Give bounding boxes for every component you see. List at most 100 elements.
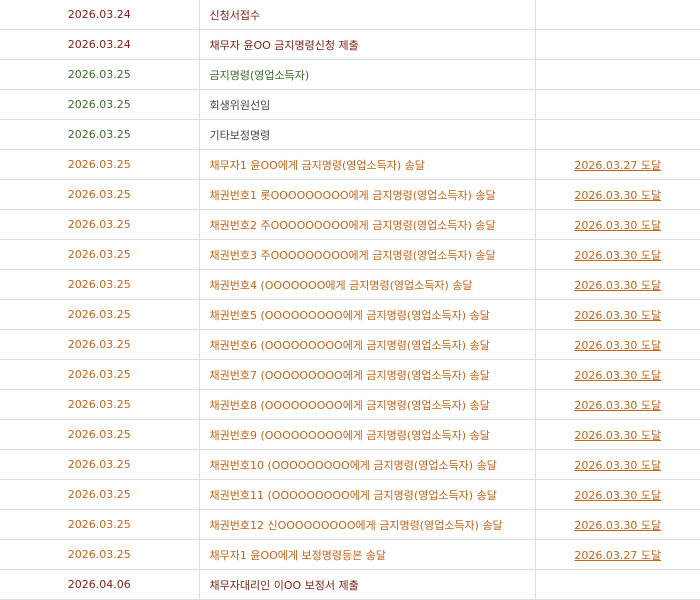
delivery-result-link[interactable]: 2026.03.27 도달 <box>574 159 661 172</box>
row-content: 신청서접수 <box>198 0 535 30</box>
delivery-result-link[interactable]: 2026.03.30 도달 <box>574 489 661 502</box>
row-content: 채권번호5 (OOOOOOOOO에게 금지명령(영업소득자) 송달 <box>198 299 535 330</box>
table-row: 2026.03.24 신청서접수 <box>0 0 700 30</box>
table-row: 2026.03.25 회생위원선임 <box>0 89 700 120</box>
delivery-result-link[interactable]: 2026.03.30 도달 <box>574 249 661 262</box>
row-content: 채권번호9 (OOOOOOOOO에게 금지명령(영업소득자) 송달 <box>198 419 535 450</box>
row-date-text: 2026.03.25 <box>67 458 131 471</box>
row-result <box>534 0 700 30</box>
row-content: 채권번호8 (OOOOOOOOO에게 금지명령(영업소득자) 송달 <box>198 389 535 420</box>
row-content: 채권번호12 신OOOOOOOOO에게 금지명령(영업소득자) 송달 <box>198 509 535 540</box>
row-date-text: 2026.03.25 <box>67 98 131 111</box>
row-date-text: 2026.03.25 <box>67 398 131 411</box>
row-date-text: 2026.03.25 <box>67 278 131 291</box>
row-result: 2026.03.30 도달 <box>534 299 700 330</box>
row-date: 2026.03.25 <box>0 539 199 570</box>
row-result <box>534 89 700 120</box>
row-result: 2026.03.30 도달 <box>534 479 700 510</box>
row-result: 2026.03.27 도달 <box>534 149 700 180</box>
row-content: 채권번호6 (OOOOOOOOO에게 금지명령(영업소득자) 송달 <box>198 329 535 360</box>
row-result: 2026.03.30 도달 <box>534 419 700 450</box>
table-row: 2026.03.25 채권번호8 (OOOOOOOOO에게 금지명령(영업소득자)… <box>0 389 700 420</box>
row-date: 2026.04.06 <box>0 569 199 600</box>
row-date: 2026.03.24 <box>0 0 199 30</box>
row-result: 2026.03.30 도달 <box>534 389 700 420</box>
table-row: 2026.03.25 채권번호2 주OOOOOOOOO에게 금지명령(영업소득자)… <box>0 209 700 240</box>
delivery-result-link[interactable]: 2026.03.30 도달 <box>574 189 661 202</box>
table-row: 2026.04.06 채무자대리인 이OO 보정서 제출 <box>0 569 700 600</box>
row-date: 2026.03.25 <box>0 89 199 120</box>
table-row: 2026.03.25 채권번호1 롯OOOOOOOOO에게 금지명령(영업소득자)… <box>0 179 700 210</box>
row-date: 2026.03.24 <box>0 29 199 60</box>
delivery-result-link[interactable]: 2026.03.27 도달 <box>574 549 661 562</box>
row-content: 채무자 윤OO 금지명령신청 제출 <box>198 29 535 60</box>
row-result: 2026.03.30 도달 <box>534 509 700 540</box>
delivery-result-link[interactable]: 2026.03.30 도달 <box>574 459 661 472</box>
row-date: 2026.03.25 <box>0 479 199 510</box>
row-date: 2026.03.25 <box>0 509 199 540</box>
table-row: 2026.03.24 채무자 윤OO 금지명령신청 제출 <box>0 29 700 60</box>
row-date-text: 2026.03.25 <box>67 68 131 81</box>
row-date-text: 2026.03.25 <box>67 338 131 351</box>
delivery-result-link[interactable]: 2026.03.30 도달 <box>574 219 661 232</box>
row-result <box>534 119 700 150</box>
row-content: 채권번호4 (OOOOOOO에게 금지명령(영업소득자) 송달 <box>198 269 535 300</box>
row-result: 2026.03.30 도달 <box>534 239 700 270</box>
row-result: 2026.03.27 도달 <box>534 539 700 570</box>
row-content: 채권번호7 (OOOOOOOOO에게 금지명령(영업소득자) 송달 <box>198 359 535 390</box>
row-date-text: 2026.03.25 <box>67 428 131 441</box>
case-progress-rows: 2026.03.24 신청서접수 2026.03.24 채무자 윤OO 금지명령신청 … <box>0 0 700 600</box>
table-row: 2026.03.25 채권번호4 (OOOOOOO에게 금지명령(영업소득자) 송… <box>0 269 700 300</box>
row-date: 2026.03.25 <box>0 119 199 150</box>
table-row: 2026.03.25 채권번호11 (OOOOOOOOO에게 금지명령(영업소득자… <box>0 479 700 510</box>
row-date-text: 2026.03.25 <box>67 518 131 531</box>
delivery-result-link[interactable]: 2026.03.30 도달 <box>574 309 661 322</box>
row-date: 2026.03.25 <box>0 359 199 390</box>
row-result: 2026.03.30 도달 <box>534 269 700 300</box>
row-date-text: 2026.03.25 <box>67 188 131 201</box>
delivery-result-link[interactable]: 2026.03.30 도달 <box>574 399 661 412</box>
table-row: 2026.03.25 채권번호3 주OOOOOOOOO에게 금지명령(영업소득자)… <box>0 239 700 270</box>
row-date-text: 2026.03.25 <box>67 368 131 381</box>
row-date: 2026.03.25 <box>0 269 199 300</box>
row-date-text: 2026.03.25 <box>67 218 131 231</box>
table-row: 2026.03.25 금지명령(영업소득자) <box>0 59 700 90</box>
row-date: 2026.03.25 <box>0 449 199 480</box>
row-date-text: 2026.03.25 <box>67 308 131 321</box>
delivery-result-link[interactable]: 2026.03.30 도달 <box>574 429 661 442</box>
row-result <box>534 29 700 60</box>
row-date: 2026.03.25 <box>0 209 199 240</box>
table-row: 2026.03.25 채권번호7 (OOOOOOOOO에게 금지명령(영업소득자)… <box>0 359 700 390</box>
row-content: 채권번호3 주OOOOOOOOO에게 금지명령(영업소득자) 송달 <box>198 239 535 270</box>
delivery-result-link[interactable]: 2026.03.30 도달 <box>574 519 661 532</box>
row-date: 2026.03.25 <box>0 389 199 420</box>
row-content: 채무자1 윤OO에게 금지명령(영업소득자) 송달 <box>198 149 535 180</box>
row-result: 2026.03.30 도달 <box>534 179 700 210</box>
table-row: 2026.03.25 채권번호5 (OOOOOOOOO에게 금지명령(영업소득자)… <box>0 299 700 330</box>
delivery-result-link[interactable]: 2026.03.30 도달 <box>574 369 661 382</box>
row-date: 2026.03.25 <box>0 59 199 90</box>
row-content: 채권번호10 (OOOOOOOOO에게 금지명령(영업소득자) 송달 <box>198 449 535 480</box>
row-date-text: 2026.03.25 <box>67 128 131 141</box>
row-date: 2026.03.25 <box>0 329 199 360</box>
row-date-text: 2026.03.25 <box>67 488 131 501</box>
table-row: 2026.03.25 채권번호10 (OOOOOOOOO에게 금지명령(영업소득자… <box>0 449 700 480</box>
case-progress-table: 2026.03.24 신청서접수 2026.03.24 채무자 윤OO 금지명령신청 … <box>0 0 700 600</box>
row-content: 금지명령(영업소득자) <box>198 59 535 90</box>
row-content: 채무자대리인 이OO 보정서 제출 <box>198 569 535 600</box>
row-content: 채권번호2 주OOOOOOOOO에게 금지명령(영업소득자) 송달 <box>198 209 535 240</box>
delivery-result-link[interactable]: 2026.03.30 도달 <box>574 279 661 292</box>
delivery-result-link[interactable]: 2026.03.30 도달 <box>574 339 661 352</box>
row-content: 채무자1 윤OO에게 보정명령등본 송달 <box>198 539 535 570</box>
row-date-text: 2026.03.24 <box>67 8 131 21</box>
row-result <box>534 59 700 90</box>
row-date: 2026.03.25 <box>0 419 199 450</box>
row-content: 채권번호11 (OOOOOOOOO에게 금지명령(영업소득자) 송달 <box>198 479 535 510</box>
row-result: 2026.03.30 도달 <box>534 359 700 390</box>
row-date-text: 2026.03.25 <box>67 158 131 171</box>
row-content: 채권번호1 롯OOOOOOOOO에게 금지명령(영업소득자) 송달 <box>198 179 535 210</box>
row-date: 2026.03.25 <box>0 179 199 210</box>
row-date: 2026.03.25 <box>0 149 199 180</box>
row-date: 2026.03.25 <box>0 299 199 330</box>
row-date-text: 2026.03.25 <box>67 248 131 261</box>
